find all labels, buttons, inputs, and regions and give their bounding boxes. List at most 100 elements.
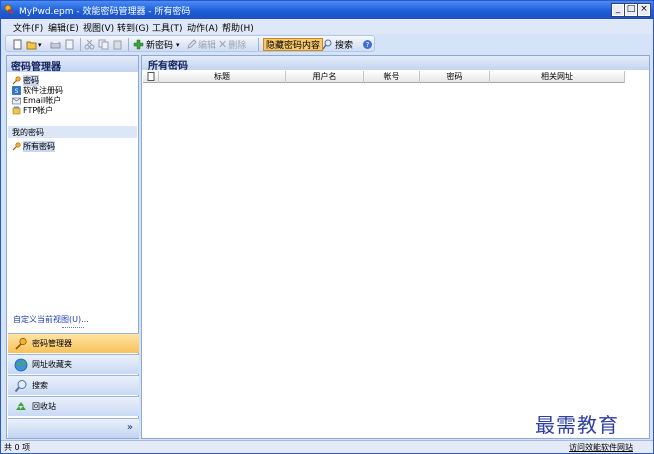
category-email-account[interactable]: Email帐户 (12, 95, 61, 105)
menu-view[interactable]: 视图(V) (83, 21, 114, 34)
navigation-pane-header: 密码管理器 (7, 56, 138, 73)
menu-tools[interactable]: 工具(T) (152, 21, 183, 34)
dropdown-arrow-icon: ▾ (176, 40, 180, 49)
magnifier-icon (322, 39, 332, 50)
maximize-button[interactable]: □ (624, 3, 638, 17)
column-header-title[interactable]: 标题 (159, 71, 286, 83)
content-pane-title: 所有密码 (148, 61, 188, 72)
menu-help[interactable]: 帮助(H) (222, 21, 254, 34)
svg-text:S: S (15, 88, 19, 95)
navigation-pane-title: 密码管理器 (11, 62, 61, 73)
content-pane-header: 所有密码 (142, 56, 649, 72)
nav-label: 回收站 (32, 402, 56, 411)
nav-search[interactable]: 搜索 (8, 375, 139, 395)
registration-icon: S (12, 85, 21, 95)
key-icon (12, 75, 21, 84)
category-ftp-account[interactable]: FTP帐户 (12, 105, 53, 115)
app-window: MyPwd.epm - 效能密码管理器 - 所有密码 _ □ × 文件(F) 编… (0, 0, 654, 454)
category-password[interactable]: 密码 (12, 74, 39, 86)
column-header-username[interactable]: 用户名 (286, 71, 364, 83)
menu-bar: 文件(F) 编辑(E) 视图(V) 转到(G) 工具(T) 动作(A) 帮助(H… (1, 19, 653, 34)
minimize-button[interactable]: _ (611, 3, 625, 17)
all-passwords-item[interactable]: 所有密码 (12, 140, 55, 152)
delete-x-icon: ✕ (218, 38, 228, 51)
paste-button[interactable] (112, 38, 123, 51)
printer-icon (50, 40, 61, 49)
hide-password-content-button[interactable]: 隐藏密码内容 (263, 38, 324, 51)
toolbar-separator (128, 38, 129, 51)
menu-actions[interactable]: 动作(A) (187, 21, 218, 34)
delete-button[interactable]: ✕ 删除 (218, 38, 246, 51)
all-passwords-label: 所有密码 (23, 140, 55, 152)
toolbar-separator (258, 38, 259, 51)
edit-label: 编辑 (198, 41, 217, 51)
column-header-password[interactable]: 密码 (420, 71, 490, 83)
globe-icon (14, 358, 28, 371)
delete-label: 删除 (228, 41, 247, 51)
password-table-body[interactable] (143, 84, 625, 438)
nav-label: 网址收藏夹 (32, 360, 72, 369)
email-account-icon (12, 97, 21, 104)
column-header-url[interactable]: 相关网址 (490, 71, 625, 83)
new-document-icon (13, 39, 22, 50)
navigation-pane: 密码管理器 密码 S 软件注册码 Email帐户 FTP帐户 我的密码 所有密码… (6, 55, 139, 439)
content-pane: 所有密码 标题 用户名 帐号 密码 相关网址 (141, 55, 650, 439)
visit-website-link[interactable]: 访问效能软件网站 (569, 442, 633, 453)
open-folder-icon (26, 41, 37, 50)
menu-file[interactable]: 文件(F) (13, 21, 43, 34)
column-header-account[interactable]: 帐号 (364, 71, 420, 83)
open-file-button[interactable]: ▾ (26, 38, 42, 51)
hide-content-label: 隐藏密码内容 (266, 41, 321, 51)
watermark-text: 最需教育 (535, 413, 619, 437)
my-passwords-label: 我的密码 (12, 128, 44, 137)
dropdown-arrow-icon: ▾ (38, 40, 42, 49)
customize-view-link[interactable]: 自定义当前视图(U)... (13, 314, 89, 325)
clipboard-icon (113, 40, 122, 50)
my-passwords-section: 我的密码 (8, 126, 137, 138)
window-title: MyPwd.epm - 效能密码管理器 - 所有密码 (19, 7, 191, 17)
nav-url-favorites[interactable]: 网址收藏夹 (8, 354, 139, 374)
plus-icon (133, 39, 144, 50)
print-preview-button[interactable] (64, 38, 75, 51)
new-password-label: 新密码 (146, 41, 174, 51)
nav-label: 密码管理器 (32, 339, 72, 348)
category-software-key[interactable]: S 软件注册码 (12, 85, 63, 95)
help-button[interactable]: ? (362, 38, 373, 51)
category-label: FTP帐户 (23, 105, 54, 115)
nav-overflow-chevron-icon[interactable]: » (127, 422, 133, 433)
help-icon: ? (363, 40, 372, 49)
close-button[interactable]: × (637, 3, 651, 17)
key-icon (15, 337, 27, 350)
toolbar: ▾ 新密码 ▾ 编辑 ✕ 删除 隐藏密码内容 搜索 ? (5, 35, 375, 52)
nav-label: 搜索 (32, 381, 48, 390)
copy-icon (98, 39, 109, 50)
nav-overflow-bar: » (8, 418, 139, 438)
key-app-icon (4, 4, 14, 15)
print-button[interactable] (50, 38, 61, 51)
pencil-icon (187, 39, 197, 49)
edit-button[interactable]: 编辑 (186, 38, 216, 51)
title-bar[interactable]: MyPwd.epm - 效能密码管理器 - 所有密码 _ □ × (1, 1, 653, 19)
scissors-icon (84, 39, 95, 50)
status-bar: 共 0 项 访问效能软件网站 (1, 440, 653, 453)
toolbar-separator (80, 38, 81, 51)
document-icon (147, 72, 154, 81)
recycle-icon (16, 401, 26, 410)
magnifier-icon (14, 379, 27, 392)
key-icon (12, 141, 21, 150)
search-button[interactable]: 搜索 (322, 38, 353, 51)
ftp-account-icon (12, 106, 21, 114)
password-table-header: 标题 用户名 帐号 密码 相关网址 (143, 71, 625, 83)
nav-password-manager[interactable]: 密码管理器 (8, 333, 139, 353)
copy-button[interactable] (98, 38, 109, 51)
menu-edit[interactable]: 编辑(E) (48, 21, 79, 34)
new-password-button[interactable]: 新密码 ▾ (133, 38, 180, 51)
menu-go[interactable]: 转到(G) (117, 21, 149, 34)
splitter-grip[interactable] (62, 327, 84, 329)
cut-button[interactable] (84, 38, 95, 51)
preview-icon (65, 39, 74, 50)
nav-recycle-bin[interactable]: 回收站 (8, 396, 139, 416)
new-file-button[interactable] (12, 38, 23, 51)
item-count: 共 0 项 (4, 443, 31, 452)
column-icon-header[interactable] (143, 71, 159, 83)
